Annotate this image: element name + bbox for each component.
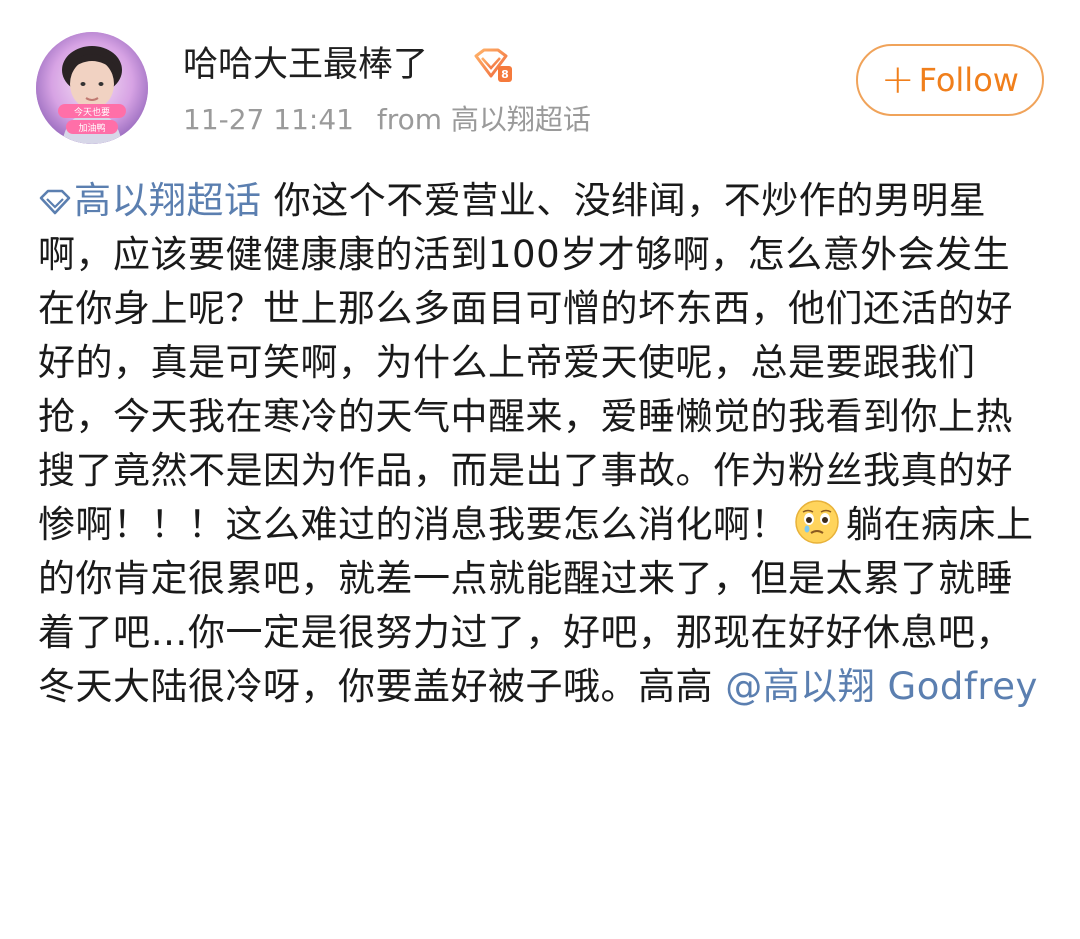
avatar-image: 今天也要 加油鸭 — [36, 32, 148, 144]
teary-face-emoji-icon — [795, 500, 839, 544]
post-source[interactable]: from 高以翔超话 — [377, 103, 591, 136]
post-content: 高以翔超话 你这个不爱营业、没绯闻，不炒作的男明星啊，应该要健健康康的活到100… — [38, 174, 1038, 714]
weibo-post: 今天也要 加油鸭 哈哈大王最棒了 8 11-27 11:41 from 高以翔超… — [0, 0, 1080, 939]
post-timestamp: 11-27 11:41 — [183, 103, 354, 136]
follow-label: Follow — [918, 61, 1019, 99]
svg-text:8: 8 — [501, 68, 509, 81]
diamond-topic-icon — [39, 189, 71, 215]
avatar-caption-line1: 今天也要 — [74, 106, 110, 118]
mention-link[interactable]: @高以翔 Godfrey — [725, 665, 1038, 708]
post-text-part1: 你这个不爱营业、没绯闻，不炒作的男明星啊，应该要健健康康的活到100岁才够啊，怎… — [38, 179, 1013, 546]
topic-link[interactable]: 高以翔超话 — [38, 179, 262, 222]
topic-label: 高以翔超话 — [74, 179, 262, 222]
post-meta: 11-27 11:41 from 高以翔超话 — [183, 100, 605, 140]
avatar-caption-line2: 加油鸭 — [78, 122, 105, 134]
avatar[interactable]: 今天也要 加油鸭 — [36, 32, 148, 144]
vip-badge-icon[interactable]: 8 — [472, 48, 514, 84]
author-name[interactable]: 哈哈大王最棒了 — [183, 40, 428, 90]
plus-icon: + — [881, 57, 915, 103]
follow-button[interactable]: + Follow — [856, 44, 1044, 116]
